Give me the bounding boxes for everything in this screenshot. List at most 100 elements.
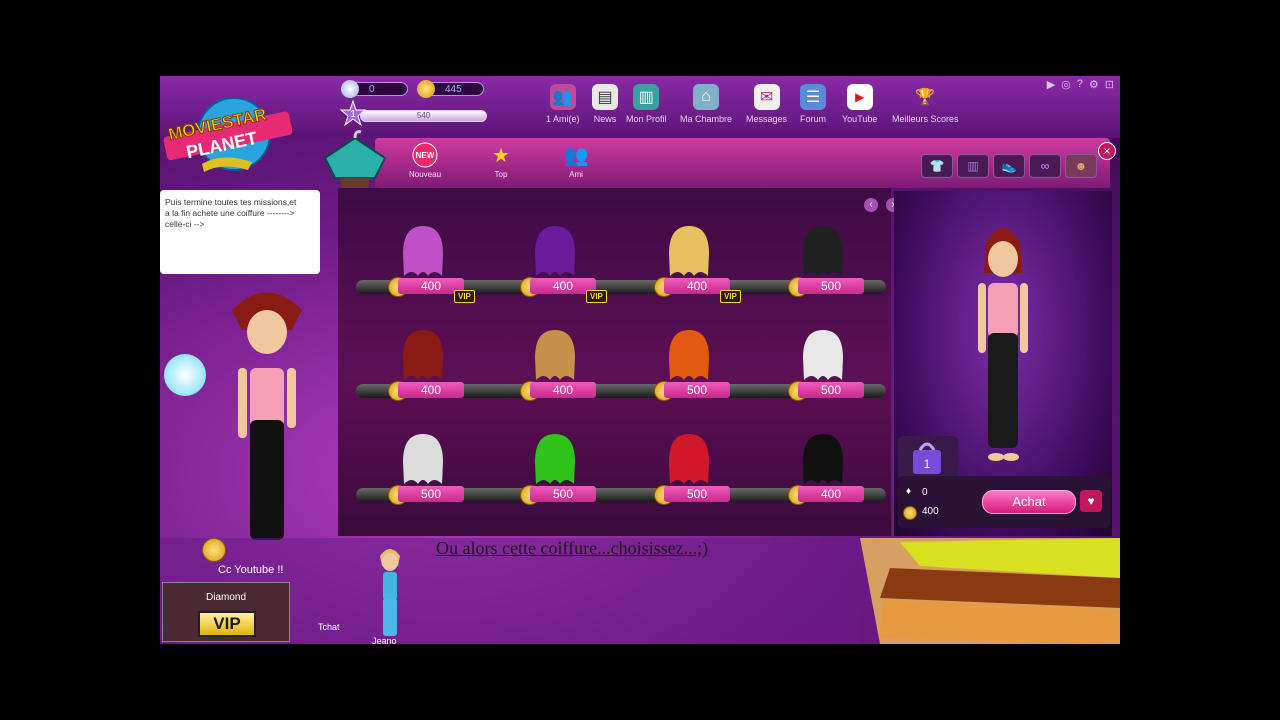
shop-item-grid: ‹ › 400 VIP 400 VIP 400 VIP 500 400 400 500 500 500… xyxy=(338,188,900,536)
buy-button[interactable]: Achat xyxy=(982,490,1076,514)
shop-item[interactable]: 500 xyxy=(366,432,466,532)
messages-icon: ✉ xyxy=(753,84,780,110)
chat-bubble: Puis termine toutes tes missions,et a la… xyxy=(160,190,320,274)
new-badge-icon: NEW xyxy=(412,142,438,168)
shopping-bag[interactable]: 1 xyxy=(898,436,958,480)
shop-header: NEW Nouveau ★ Top 👥 Ami 👕 ▥ 👟 ∞ ☻ xyxy=(375,138,1110,188)
nav-profile[interactable]: ▥ Mon Profil xyxy=(626,84,667,124)
tab-label: Ami xyxy=(569,170,583,179)
item-price: 500 xyxy=(798,382,864,398)
shop-item[interactable]: 400 xyxy=(498,328,598,428)
cart-diamonds: 0 xyxy=(922,487,928,498)
hairstyle-icon xyxy=(803,226,843,276)
hairstyle-icon xyxy=(535,434,575,484)
star-icon: ★ xyxy=(492,144,510,167)
shop-item[interactable]: 400 VIP xyxy=(498,224,607,324)
play-icon[interactable]: ▶ xyxy=(1047,78,1055,91)
window-controls: ▶ ◎ ? ⚙ ⊡ xyxy=(1047,78,1114,91)
close-shop-button[interactable]: × xyxy=(1098,142,1116,160)
friends-icon: 👥 xyxy=(549,84,576,110)
shopping-bag-icon: 1 xyxy=(913,442,941,474)
item-price: 500 xyxy=(664,486,730,502)
shop-item[interactable]: 500 xyxy=(632,432,732,532)
nav-label: News xyxy=(593,114,617,124)
xp-value: 540 xyxy=(416,111,431,120)
fullscreen-icon[interactable]: ⊡ xyxy=(1105,78,1114,91)
nav-friends[interactable]: 👥 1 Ami(e) xyxy=(546,84,580,124)
tab-new[interactable]: NEW Nouveau xyxy=(409,142,441,179)
friend-name: Jeano xyxy=(372,636,397,644)
coins-value: 445 xyxy=(445,84,462,95)
diamond-icon: ♦ xyxy=(906,486,912,497)
item-price: 500 xyxy=(664,382,730,398)
cart-count: 1 xyxy=(924,457,931,471)
nav-room[interactable]: ⌂ Ma Chambre xyxy=(680,84,732,124)
item-price: 400 xyxy=(530,382,596,398)
hairstyle-icon xyxy=(403,330,443,380)
profile-icon: ▥ xyxy=(633,84,660,110)
help-icon[interactable]: ? xyxy=(1077,78,1083,91)
game-window: ▶ ◎ ? ⚙ ⊡ MOVIESTAR PLANET 0 445 1 540 👥… xyxy=(160,76,1120,644)
shop-item[interactable]: 400 VIP xyxy=(366,224,475,324)
shop-item[interactable]: 500 xyxy=(766,224,866,324)
item-price: 500 xyxy=(398,486,464,502)
forum-icon: ☰ xyxy=(800,84,826,110)
news-icon: ▤ xyxy=(592,84,618,110)
shop-item[interactable]: 400 xyxy=(366,328,466,428)
shop-bubble-icon[interactable] xyxy=(164,354,206,396)
nav-top-scores[interactable]: 🏆 Meilleurs Scores xyxy=(892,84,959,124)
tab-top[interactable]: ★ Top xyxy=(488,142,514,180)
tab-friend[interactable]: 👥 Ami xyxy=(563,142,589,180)
room-icon: ⌂ xyxy=(693,84,720,110)
tab-label: Nouveau xyxy=(409,170,442,179)
tchat-button[interactable]: Tchat xyxy=(318,622,340,632)
wishlist-heart-button[interactable]: ♥ xyxy=(1080,490,1102,512)
hairstyle-icon xyxy=(535,226,575,276)
vip-badge: VIP xyxy=(198,611,256,637)
settings-icon[interactable]: ⚙ xyxy=(1089,78,1099,91)
friend-avatar[interactable] xyxy=(370,544,410,644)
vip-badge: VIP xyxy=(454,290,475,303)
category-pants-icon[interactable]: ▥ xyxy=(957,154,989,178)
moviestar-planet-logo[interactable]: MOVIESTAR PLANET xyxy=(162,86,292,176)
friends-icon: 👥 xyxy=(563,144,589,167)
sound-icon[interactable]: ◎ xyxy=(1061,78,1071,91)
category-shoes-icon[interactable]: 👟 xyxy=(993,154,1025,178)
shop-item[interactable]: 400 xyxy=(766,432,866,532)
shop-item[interactable]: 500 xyxy=(632,328,732,428)
player-avatar[interactable] xyxy=(222,280,312,550)
category-accessory-icon[interactable]: ∞ xyxy=(1029,154,1061,178)
nav-label: Forum xyxy=(800,114,827,124)
diamonds-counter: 0 xyxy=(341,80,408,98)
diamonds-value: 0 xyxy=(369,84,375,95)
hairstyle-icon xyxy=(669,330,709,380)
nav-messages[interactable]: ✉ Messages xyxy=(746,84,787,124)
item-price: 500 xyxy=(530,486,596,502)
item-price: 400 xyxy=(398,382,464,398)
youtube-icon: ▶ xyxy=(846,84,873,110)
coin-icon xyxy=(417,80,435,98)
category-shirt-icon[interactable]: 👕 xyxy=(921,154,953,178)
preview-avatar xyxy=(978,228,1028,461)
shop-item[interactable]: 500 xyxy=(766,328,866,428)
hairstyle-icon xyxy=(535,330,575,380)
coin-icon xyxy=(202,538,226,562)
nav-label: Mon Profil xyxy=(626,114,667,124)
shop-item[interactable]: 500 xyxy=(498,432,598,532)
hairstyle-icon xyxy=(803,434,843,484)
diamond-icon xyxy=(341,80,359,98)
prev-page-button[interactable]: ‹ xyxy=(864,198,878,212)
xp-bar: 540 xyxy=(360,110,487,122)
category-hair-icon[interactable]: ☻ xyxy=(1065,154,1097,178)
vip-badge: VIP xyxy=(586,290,607,303)
nav-news[interactable]: ▤ News xyxy=(592,84,618,124)
hairstyle-icon xyxy=(669,434,709,484)
tab-label: Top xyxy=(494,170,508,179)
item-price: 500 xyxy=(798,278,864,294)
shop-item[interactable]: 400 VIP xyxy=(632,224,741,324)
vip-badge: VIP xyxy=(720,290,741,303)
chat-message: Puis termine toutes tes missions,et a la… xyxy=(165,197,297,229)
nav-forum[interactable]: ☰ Forum xyxy=(800,84,826,124)
nav-label: Messages xyxy=(746,114,788,124)
nav-youtube[interactable]: ▶ YouTube xyxy=(842,84,877,124)
